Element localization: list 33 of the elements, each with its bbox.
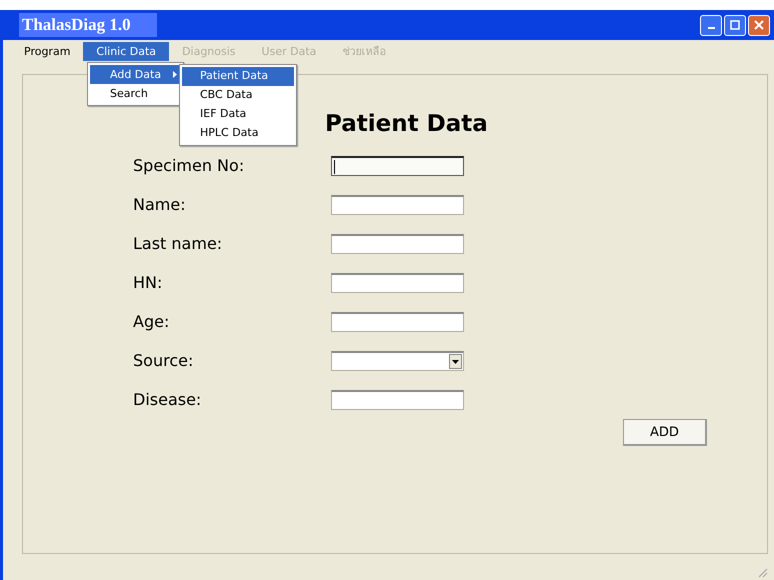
menu-option[interactable]: IEF Data [182, 105, 294, 124]
resize-grip-icon[interactable] [756, 566, 768, 578]
maximize-button[interactable] [724, 14, 746, 36]
window-title: ThalasDiag 1.0 [19, 13, 157, 37]
input-field[interactable] [331, 156, 464, 176]
minimize-button[interactable] [700, 14, 722, 36]
minimize-icon [708, 27, 714, 29]
maximize-icon [730, 20, 740, 30]
field-label: Source: [133, 350, 194, 372]
input-field[interactable] [331, 312, 464, 332]
field-label: Age: [133, 311, 170, 333]
menu-option[interactable]: CBC Data [182, 86, 294, 105]
field-label: HN: [133, 272, 164, 294]
menu-option[interactable]: HPLC Data [182, 124, 294, 143]
menu-item[interactable]: Clinic Data [83, 42, 170, 60]
input-field[interactable] [331, 234, 464, 254]
menu-option[interactable]: Search [90, 84, 181, 103]
input-field[interactable] [331, 195, 464, 215]
menu-item[interactable]: Program [11, 42, 84, 60]
menu-option[interactable]: Add Data [90, 65, 181, 84]
field-label: Last name: [133, 233, 224, 255]
field-label: Name: [133, 194, 187, 216]
field-label: Specimen No: [133, 155, 246, 177]
add-button[interactable]: ADD [623, 419, 707, 446]
input-field[interactable] [331, 273, 464, 293]
field-label: Disease: [133, 389, 202, 411]
form-title: Patient Data [325, 111, 488, 137]
close-icon [754, 20, 764, 30]
submenu-arrow-icon [173, 71, 177, 78]
dropdown-field[interactable] [331, 351, 464, 371]
close-button[interactable] [748, 14, 770, 36]
menu-option[interactable]: Patient Data [182, 67, 294, 86]
input-field[interactable] [331, 390, 464, 410]
